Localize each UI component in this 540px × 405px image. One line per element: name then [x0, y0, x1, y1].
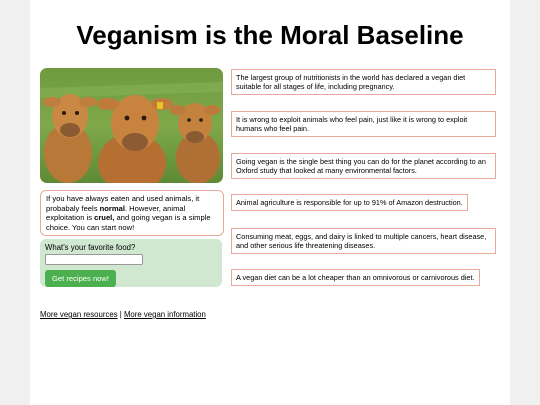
favorite-food-input[interactable] [45, 254, 143, 265]
intro-emphasis-normal: normal [99, 203, 125, 213]
fact-box: The largest group of nutritionists in th… [231, 69, 496, 96]
page: Veganism is the Moral Baseline If you ha… [30, 0, 510, 405]
intro-emphasis-cruel: cruel, [94, 213, 115, 223]
fact-box: Animal agriculture is responsible for up… [231, 194, 468, 212]
get-recipes-button[interactable]: Get recipes now! [45, 270, 116, 287]
favorite-food-label: What's your favorite food? [45, 243, 136, 252]
fact-box: A vegan diet can be a lot cheaper than a… [231, 269, 480, 287]
page-title: Veganism is the Moral Baseline [76, 20, 464, 50]
fact-box: Consuming meat, eggs, and dairy is linke… [231, 228, 496, 255]
vegan-information-link[interactable]: More vegan information [124, 310, 206, 319]
vegan-resources-link[interactable]: More vegan resources [40, 310, 118, 319]
favorite-food-form: What's your favorite food? Get recipes n… [40, 239, 222, 287]
fact-box: It is wrong to exploit animals who feel … [231, 111, 496, 138]
calves-image [40, 68, 223, 183]
fact-box: Going vegan is the single best thing you… [231, 153, 496, 180]
calves-photo [40, 68, 223, 183]
intro-text: If you have always eaten and used animal… [40, 190, 224, 237]
footer-links: More vegan resources | More vegan inform… [40, 310, 206, 319]
